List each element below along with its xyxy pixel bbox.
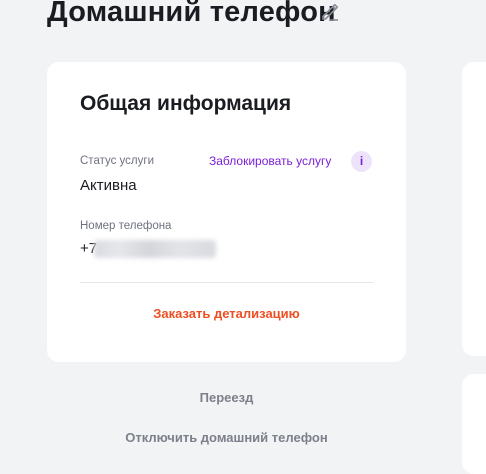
status-label: Статус услуги — [80, 155, 154, 167]
move-link[interactable]: Переезд — [47, 390, 406, 405]
divider — [80, 282, 373, 283]
disable-phone-link[interactable]: Отключить домашний телефон — [47, 430, 406, 445]
phone-number-masked — [94, 240, 216, 258]
pencil-icon[interactable] — [319, 0, 341, 22]
block-service-link[interactable]: Заблокировать услугу — [209, 154, 331, 168]
card-title: Общая информация — [80, 92, 292, 115]
phone-label: Номер телефона — [80, 220, 172, 232]
order-details-link[interactable]: Заказать детализацию — [47, 306, 406, 321]
info-icon[interactable]: i — [351, 151, 372, 172]
side-card — [462, 62, 486, 356]
page-title: Домашний телефон — [47, 0, 336, 28]
status-value: Активна — [80, 177, 137, 194]
general-info-card: Общая информация Статус услуги Заблокиро… — [47, 62, 406, 362]
side-card — [462, 374, 486, 474]
